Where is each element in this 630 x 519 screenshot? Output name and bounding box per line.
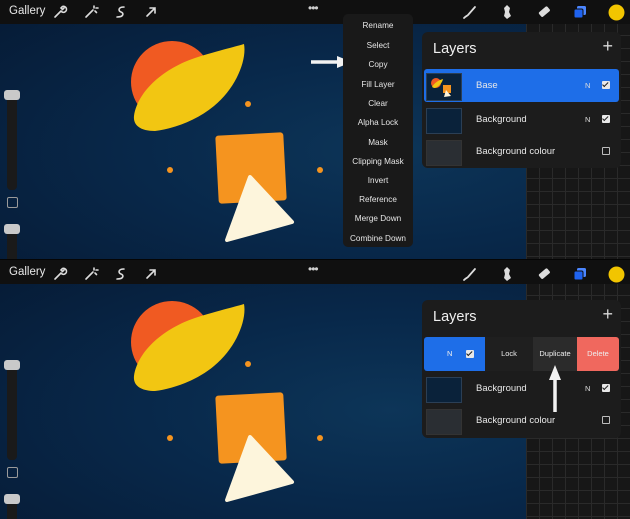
smudge-icon[interactable]	[499, 4, 515, 20]
visibility-checkbox[interactable]	[466, 350, 474, 358]
brush-size-slider[interactable]	[4, 90, 20, 100]
blend-mode-label[interactable]: N	[585, 115, 590, 124]
visibility-checkbox[interactable]	[602, 147, 610, 155]
menu-item-clear[interactable]: Clear	[343, 99, 413, 108]
layer-row-background[interactable]: Background N	[424, 105, 619, 135]
transform-arrow-icon[interactable]	[143, 266, 159, 282]
layers-panel-title: Layers	[433, 41, 477, 57]
visibility-checkbox[interactable]	[602, 81, 610, 89]
layer-name: Background colour	[476, 146, 556, 157]
layer-thumbnail	[426, 409, 462, 435]
transform-arrow-icon[interactable]	[143, 4, 159, 20]
menu-item-copy[interactable]: Copy	[343, 60, 413, 69]
visibility-checkbox[interactable]	[602, 384, 610, 392]
handle-dot	[317, 435, 323, 441]
swiped-layer-row: N Lock Duplicate Delete	[424, 337, 619, 371]
layers-icon[interactable]	[572, 4, 588, 20]
layer-thumbnail	[426, 73, 462, 101]
brush-size-track	[7, 360, 17, 460]
delete-button[interactable]: Delete	[577, 337, 619, 371]
modify-button[interactable]	[7, 197, 18, 208]
menu-item-combine-down[interactable]: Combine Down	[343, 234, 413, 243]
wrench-icon[interactable]	[52, 266, 68, 282]
selection-icon[interactable]	[113, 266, 129, 282]
duplicate-button[interactable]: Duplicate	[533, 337, 577, 371]
modify-button[interactable]	[7, 467, 18, 478]
visibility-checkbox[interactable]	[602, 115, 610, 123]
menu-item-select[interactable]: Select	[343, 41, 413, 50]
screenshot-top: Gallery ••• Rename Select Copy Fill Laye…	[0, 0, 630, 259]
menu-item-merge-down[interactable]: Merge Down	[343, 214, 413, 223]
layer-row-base[interactable]: Base N	[424, 69, 619, 102]
smudge-icon[interactable]	[499, 266, 515, 282]
layer-name: Background colour	[476, 415, 556, 426]
magic-wand-icon[interactable]	[83, 4, 99, 20]
eraser-icon[interactable]	[536, 266, 552, 282]
more-dots-icon[interactable]: •••	[308, 1, 319, 15]
handle-dot	[167, 435, 173, 441]
menu-item-alpha-lock[interactable]: Alpha Lock	[343, 118, 413, 127]
brush-size-track	[7, 90, 17, 190]
wrench-icon[interactable]	[52, 4, 68, 20]
layer-thumbnail	[426, 140, 462, 166]
blend-mode-label[interactable]: N	[585, 81, 590, 90]
layer-thumbnail	[426, 377, 462, 403]
gallery-button[interactable]: Gallery	[9, 266, 45, 278]
menu-item-clipping-mask[interactable]: Clipping Mask	[343, 157, 413, 166]
magic-wand-icon[interactable]	[83, 266, 99, 282]
menu-item-reference[interactable]: Reference	[343, 195, 413, 204]
opacity-slider[interactable]	[4, 494, 20, 504]
top-toolbar: Gallery •••	[0, 0, 630, 24]
handle-dot	[317, 167, 323, 173]
handle-dot	[167, 167, 173, 173]
screenshot-bottom: Gallery ••• Layers + N Lock Duplicate De…	[0, 259, 630, 519]
handle-dot	[245, 361, 251, 367]
add-layer-button[interactable]: +	[602, 304, 613, 325]
gallery-button[interactable]: Gallery	[9, 5, 45, 17]
eraser-icon[interactable]	[536, 4, 552, 20]
color-swatch[interactable]	[608, 266, 625, 283]
swiped-layer-content[interactable]: N	[424, 337, 485, 371]
visibility-checkbox[interactable]	[602, 416, 610, 424]
color-swatch[interactable]	[608, 4, 625, 21]
brush-icon[interactable]	[462, 266, 478, 282]
blend-mode-label[interactable]: N	[585, 384, 590, 393]
selection-icon[interactable]	[113, 4, 129, 20]
layer-options-menu: Rename Select Copy Fill Layer Clear Alph…	[343, 14, 413, 247]
left-sidebar	[2, 82, 20, 259]
brush-size-slider[interactable]	[4, 360, 20, 370]
top-toolbar: Gallery •••	[0, 260, 630, 284]
more-dots-icon[interactable]: •••	[308, 262, 319, 276]
lock-button[interactable]: Lock	[485, 337, 533, 371]
layers-icon[interactable]	[572, 266, 588, 282]
layer-thumbnail-art	[431, 78, 451, 97]
layer-name: Background	[476, 114, 527, 125]
menu-item-invert[interactable]: Invert	[343, 176, 413, 185]
menu-item-rename[interactable]: Rename	[343, 21, 413, 30]
menu-item-mask[interactable]: Mask	[343, 138, 413, 147]
layers-panel: Layers + Base N Background N Background …	[422, 32, 621, 168]
left-sidebar	[2, 352, 20, 519]
layer-name: Base	[476, 80, 498, 91]
layer-name: Background	[476, 383, 527, 394]
layer-thumbnail	[426, 108, 462, 134]
layers-panel-title: Layers	[433, 309, 477, 325]
layers-panel: Layers + N Lock Duplicate Delete Backgro…	[422, 300, 621, 438]
brush-icon[interactable]	[462, 4, 478, 20]
opacity-slider[interactable]	[4, 224, 20, 234]
layer-row-background-colour[interactable]: Background colour	[424, 406, 619, 436]
layer-row-background[interactable]: Background N	[424, 374, 619, 404]
menu-item-fill-layer[interactable]: Fill Layer	[343, 80, 413, 89]
handle-dot	[245, 101, 251, 107]
add-layer-button[interactable]: +	[602, 36, 613, 57]
blend-mode-label[interactable]: N	[447, 337, 452, 371]
layer-row-background-colour[interactable]: Background colour	[424, 137, 619, 167]
